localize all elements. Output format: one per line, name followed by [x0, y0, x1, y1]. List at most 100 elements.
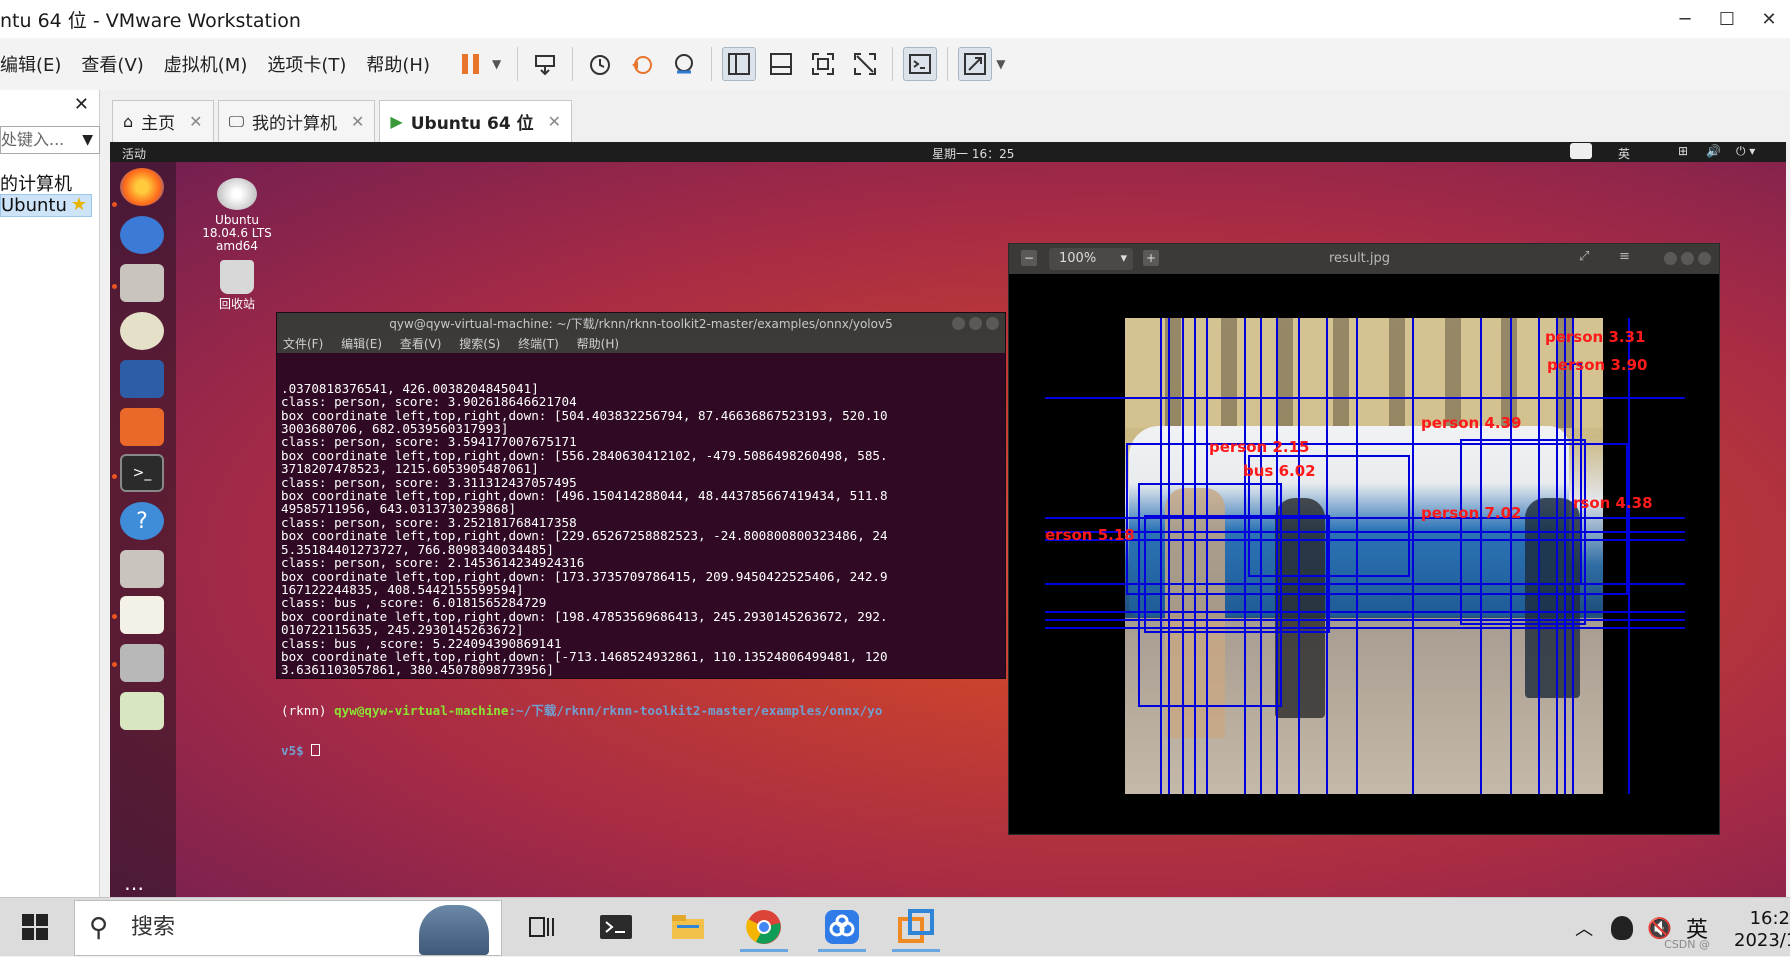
desktop-icon-trash[interactable]: 回收站: [192, 260, 282, 311]
show-applications-icon[interactable]: ⋯: [124, 876, 144, 897]
unity-icon[interactable]: [848, 47, 882, 81]
volume-muted-icon[interactable]: 🔇: [1647, 916, 1672, 940]
terminal-icon[interactable]: >_: [120, 454, 164, 492]
writer-icon[interactable]: [120, 360, 164, 398]
terminal-menu-terminal[interactable]: 终端(T): [518, 337, 559, 351]
library-view-icon[interactable]: [722, 47, 757, 81]
terminal-maximize-icon[interactable]: [969, 317, 982, 330]
terminal-menu-view[interactable]: 查看(V): [400, 337, 442, 351]
taskbar-search-label: 搜索: [131, 915, 176, 940]
desktop-icon-dvd[interactable]: Ubuntu 18.04.6 LTS amd64: [192, 178, 282, 253]
detection-label: person 3.31: [1545, 328, 1646, 346]
library-item-ubuntu[interactable]: Ubuntu ★: [0, 194, 92, 217]
tab-close-icon[interactable]: ✕: [189, 112, 202, 131]
terminal-line: 49585711956, 643.0313730239868]: [281, 501, 517, 517]
tab-label: 我的计算机: [252, 114, 337, 134]
library-close-icon[interactable]: ✕: [74, 94, 89, 115]
pause-icon[interactable]: [454, 47, 488, 81]
input-method-indicator[interactable]: 英: [1618, 145, 1630, 162]
terminal-menu-file[interactable]: 文件(F): [283, 337, 323, 351]
volume-icon[interactable]: 🔊: [1706, 144, 1721, 158]
detection-label: rson 4.38: [1573, 494, 1653, 512]
snapshot-icon[interactable]: [583, 47, 617, 81]
files-icon[interactable]: [120, 264, 164, 302]
vm-tabs: ⌂ 主页 ✕ 🖵 我的计算机 ✕ ▶ Ubuntu 64 位 ✕: [112, 100, 576, 142]
tray-overflow-icon[interactable]: ︿: [1575, 915, 1593, 941]
image-viewer-icon[interactable]: [120, 692, 164, 730]
tab-close-icon[interactable]: ✕: [351, 112, 364, 131]
chrome-icon[interactable]: [736, 902, 792, 952]
revert-snapshot-icon[interactable]: [625, 47, 659, 81]
files-icon[interactable]: [120, 550, 164, 588]
detection-label: person 4.39: [1421, 414, 1522, 432]
activities-button[interactable]: 活动: [122, 145, 146, 162]
software-center-icon[interactable]: [120, 408, 164, 446]
baidu-netdisk-icon[interactable]: [814, 902, 870, 952]
terminal-line: 010722115635, 245.2930145263672]: [281, 622, 524, 638]
terminal-app-icon[interactable]: [588, 902, 644, 952]
menu-bar: 编辑(E) 查看(V) 虚拟机(M) 选项卡(T) 帮助(H) ▼ ▼: [0, 38, 1790, 90]
menu-tabs[interactable]: 选项卡(T): [267, 51, 346, 77]
maximize-button[interactable]: ☐: [1706, 0, 1748, 38]
running-indicator: [112, 474, 117, 479]
tab-home[interactable]: ⌂ 主页 ✕: [112, 100, 214, 142]
terminal-output[interactable]: .0370818376541, 426.0038204845041] class:…: [277, 355, 1005, 784]
qq-icon[interactable]: [1611, 915, 1634, 940]
stretch-guest-icon[interactable]: [958, 47, 993, 81]
task-view-icon[interactable]: [514, 902, 570, 952]
image-viewer-window[interactable]: − 100% ▾ + result.jpg ⤢ ≡ person 3.31 pe…: [1008, 243, 1720, 835]
desktop-icon-label: Ubuntu 18.04.6 LTS amd64: [202, 213, 272, 253]
detection-label: person 2.15: [1209, 438, 1310, 456]
pause-dropdown-icon[interactable]: ▼: [492, 57, 501, 71]
taskbar-clock[interactable]: 16:2 2023/1: [1734, 904, 1790, 952]
ubuntu-clock[interactable]: 星期一 16：25: [932, 145, 1014, 162]
cloud-icon[interactable]: [1570, 143, 1592, 159]
help-icon[interactable]: ?: [120, 502, 164, 540]
snapshot-manager-icon[interactable]: [667, 47, 701, 81]
terminal-menu-search[interactable]: 搜索(S): [459, 337, 500, 351]
terminal-lines: .0370818376541, 426.0038204845041] class:…: [281, 381, 1001, 676]
terminal-line: class: person, score: 3.252181768417358: [281, 514, 577, 530]
vmware-icon[interactable]: [888, 902, 944, 952]
rhythmbox-icon[interactable]: [120, 312, 164, 350]
terminal-line: 167122244835, 408.5442155599594]: [281, 581, 524, 597]
prompt-tail: v5$: [281, 742, 312, 758]
dvd-icon: [217, 178, 257, 210]
active-app-indicator: [818, 949, 866, 952]
menu-vm[interactable]: 虚拟机(M): [164, 51, 248, 77]
menu-view[interactable]: 查看(V): [81, 51, 143, 77]
chevron-down-icon[interactable]: ▼: [82, 127, 93, 153]
ubuntu-dock: >_ ? ⋯: [110, 162, 176, 897]
tab-my-computer[interactable]: 🖵 我的计算机 ✕: [217, 100, 376, 142]
scanner-icon[interactable]: [120, 644, 164, 682]
terminal-close-icon[interactable]: [986, 317, 999, 330]
text-editor-icon[interactable]: [120, 596, 164, 634]
send-ctrl-alt-del-icon[interactable]: [528, 47, 562, 81]
firefox-icon[interactable]: [120, 168, 164, 206]
tab-close-icon[interactable]: ✕: [548, 112, 561, 131]
terminal-menu-help[interactable]: 帮助(H): [577, 337, 619, 351]
tab-ubuntu[interactable]: ▶ Ubuntu 64 位 ✕: [379, 100, 573, 142]
thumbnail-bar-icon[interactable]: [764, 47, 798, 81]
library-item-my-computer[interactable]: 的计算机: [0, 170, 72, 196]
menu-help[interactable]: 帮助(H): [366, 51, 430, 77]
favorite-star-icon: ★: [70, 194, 87, 215]
network-icon[interactable]: ⊞: [1678, 144, 1688, 158]
library-search-input[interactable]: 处键入... ▼: [0, 126, 100, 154]
close-button[interactable]: ✕: [1748, 0, 1790, 38]
thunderbird-icon[interactable]: [120, 216, 164, 254]
console-view-icon[interactable]: [903, 47, 938, 81]
terminal-window[interactable]: qyw@qyw-virtual-machine: ~/下载/rknn/rknn-…: [276, 312, 1006, 757]
power-icon[interactable]: ⏻ ▾: [1736, 144, 1755, 159]
terminal-minimize-icon[interactable]: [952, 317, 965, 330]
menu-edit[interactable]: 编辑(E): [0, 51, 61, 77]
windows-start-icon[interactable]: [22, 914, 48, 944]
fullscreen-icon[interactable]: [806, 47, 840, 81]
tab-label: 主页: [141, 114, 176, 134]
terminal-menu-edit[interactable]: 编辑(E): [341, 337, 382, 351]
file-explorer-icon[interactable]: [660, 902, 716, 952]
stretch-dropdown-icon[interactable]: ▼: [996, 57, 1005, 71]
taskbar-search-box[interactable]: ⚲ 搜索: [74, 900, 502, 956]
taskbar-date: 2023/1: [1734, 929, 1790, 951]
minimize-button[interactable]: ─: [1664, 0, 1706, 38]
